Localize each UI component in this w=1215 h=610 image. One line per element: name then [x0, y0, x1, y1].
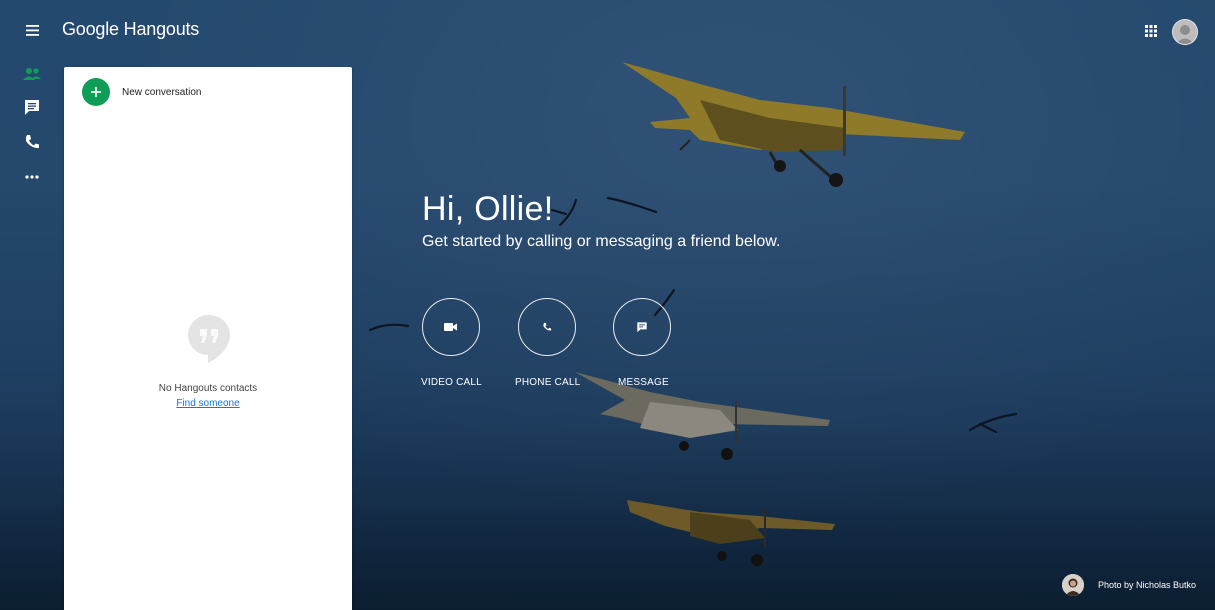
- message-button[interactable]: [612, 298, 672, 356]
- google-apps-button[interactable]: [1143, 23, 1159, 39]
- product-logo[interactable]: Google Hangouts: [62, 19, 199, 40]
- empty-contacts-text: No Hangouts contacts: [158, 383, 258, 394]
- phone-call-label: PHONE CALL: [515, 377, 581, 388]
- photo-credit[interactable]: Photo by Nicholas Butko: [1062, 574, 1196, 596]
- contacts-icon: [23, 68, 41, 80]
- chat-icon: [25, 100, 39, 115]
- brand-google: Google: [62, 19, 119, 39]
- greeting-title: Hi, Ollie!: [422, 190, 554, 228]
- apps-grid-icon: [1145, 25, 1157, 37]
- brand-product: Hangouts: [123, 19, 200, 39]
- message-label: MESSAGE: [618, 377, 669, 388]
- sidebar-item-contacts[interactable]: [20, 64, 44, 86]
- conversation-panel: New conversation No Hangouts contacts Fi…: [64, 67, 352, 610]
- plus-icon: [82, 78, 110, 106]
- photo-credit-text: Photo by Nicholas Butko: [1098, 580, 1197, 590]
- phone-icon: [25, 135, 39, 149]
- greeting-subtitle: Get started by calling or messaging a fr…: [422, 233, 781, 250]
- user-avatar-icon: [1173, 20, 1197, 44]
- new-conversation-label: New conversation: [122, 86, 202, 98]
- new-conversation-button[interactable]: New conversation: [82, 78, 201, 106]
- sidebar-item-more[interactable]: [20, 166, 44, 188]
- hangouts-app: Google Hangouts New conversation No Hang…: [0, 0, 1215, 610]
- phone-call-button[interactable]: [517, 298, 577, 356]
- account-avatar[interactable]: [1172, 19, 1198, 45]
- main-menu-button[interactable]: [22, 20, 44, 40]
- sidebar-item-calls[interactable]: [20, 131, 44, 153]
- video-call-button[interactable]: [421, 298, 481, 356]
- more-icon: [25, 175, 39, 179]
- hangouts-quote-icon: [188, 315, 230, 363]
- sidebar-item-conversations[interactable]: [20, 96, 44, 118]
- top-bar: Google Hangouts: [0, 0, 1215, 60]
- hamburger-menu-icon: [26, 25, 39, 36]
- video-camera-icon: [444, 323, 457, 331]
- video-call-label: VIDEO CALL: [421, 377, 482, 388]
- find-someone-link[interactable]: Find someone: [64, 398, 352, 409]
- photographer-avatar: [1062, 574, 1084, 596]
- message-icon: [637, 322, 647, 333]
- phone-icon: [543, 322, 552, 331]
